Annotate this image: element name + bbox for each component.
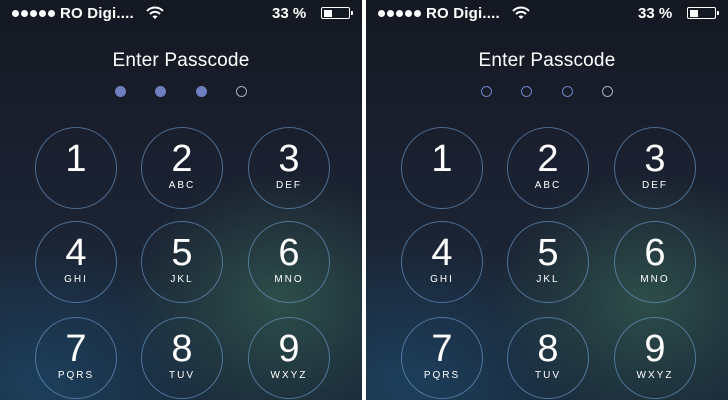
battery-percentage: 33 % xyxy=(272,5,307,22)
key-1-button[interactable]: 1 xyxy=(35,127,117,209)
key-6-button[interactable]: 6 MNO xyxy=(614,221,696,303)
carrier-name: RO Digi.... xyxy=(426,5,500,22)
key-digit: 1 xyxy=(431,138,453,180)
key-9-button[interactable]: 9 WXYZ xyxy=(614,317,696,399)
key-digit: 9 xyxy=(278,328,300,370)
passcode-dot xyxy=(481,86,492,97)
lock-screen-left: RO Digi.... 33 % Enter Passcode 1 2 ABC 3 DE… xyxy=(0,0,362,400)
signal-strength-icon xyxy=(378,10,421,17)
key-digit: 3 xyxy=(278,138,300,180)
key-letters: TUV xyxy=(535,370,561,381)
passcode-indicator xyxy=(366,84,728,100)
key-5-button[interactable]: 5 JKL xyxy=(507,221,589,303)
battery-icon xyxy=(321,7,353,19)
key-letters: WXYZ xyxy=(636,370,674,381)
wifi-icon xyxy=(512,6,530,19)
key-digit: 7 xyxy=(431,328,453,370)
carrier-name: RO Digi.... xyxy=(60,5,134,22)
key-digit: 5 xyxy=(171,232,193,274)
status-bar: RO Digi.... 33 % xyxy=(0,0,362,28)
key-letters: ABC xyxy=(534,180,562,191)
key-3-button[interactable]: 3 DEF xyxy=(248,127,330,209)
page-title: Enter Passcode xyxy=(478,50,616,71)
key-7-button[interactable]: 7 PQRS xyxy=(35,317,117,399)
key-letters: MNO xyxy=(274,274,304,285)
key-digit: 3 xyxy=(644,138,666,180)
key-4-button[interactable]: 4 GHI xyxy=(35,221,117,303)
battery-percentage: 33 % xyxy=(638,5,673,22)
passcode-dot xyxy=(521,86,532,97)
key-digit: 6 xyxy=(644,232,666,274)
key-2-button[interactable]: 2 ABC xyxy=(507,127,589,209)
passcode-dot xyxy=(562,86,573,97)
key-letters: JKL xyxy=(536,274,560,285)
key-digit: 2 xyxy=(171,138,193,180)
key-7-button[interactable]: 7 PQRS xyxy=(401,317,483,399)
passcode-dot xyxy=(155,86,166,97)
key-9-button[interactable]: 9 WXYZ xyxy=(248,317,330,399)
key-letters: ABC xyxy=(168,180,196,191)
passcode-indicator xyxy=(0,84,362,100)
key-8-button[interactable]: 8 TUV xyxy=(507,317,589,399)
key-digit: 2 xyxy=(537,138,559,180)
key-letters: MNO xyxy=(640,274,670,285)
key-digit: 8 xyxy=(171,328,193,370)
key-2-button[interactable]: 2 ABC xyxy=(141,127,223,209)
key-8-button[interactable]: 8 TUV xyxy=(141,317,223,399)
passcode-dot xyxy=(196,86,207,97)
key-5-button[interactable]: 5 JKL xyxy=(141,221,223,303)
key-letters: DEF xyxy=(276,180,302,191)
key-digit: 8 xyxy=(537,328,559,370)
signal-strength-icon xyxy=(12,10,55,17)
key-digit: 5 xyxy=(537,232,559,274)
page-title: Enter Passcode xyxy=(112,50,250,71)
key-letters: PQRS xyxy=(57,370,95,381)
key-letters: WXYZ xyxy=(270,370,308,381)
key-digit: 1 xyxy=(65,138,87,180)
key-6-button[interactable]: 6 MNO xyxy=(248,221,330,303)
key-letters: PQRS xyxy=(423,370,461,381)
key-digit: 4 xyxy=(431,232,453,274)
key-letters: TUV xyxy=(169,370,195,381)
key-letters: JKL xyxy=(170,274,194,285)
key-digit: 9 xyxy=(644,328,666,370)
key-digit: 6 xyxy=(278,232,300,274)
lock-screen-right: RO Digi.... 33 % Enter Passcode 1 2 ABC 3 DE… xyxy=(366,0,728,400)
key-digit: 7 xyxy=(65,328,87,370)
passcode-dot xyxy=(236,86,247,97)
key-4-button[interactable]: 4 GHI xyxy=(401,221,483,303)
key-1-button[interactable]: 1 xyxy=(401,127,483,209)
key-digit: 4 xyxy=(65,232,87,274)
key-3-button[interactable]: 3 DEF xyxy=(614,127,696,209)
wifi-icon xyxy=(146,6,164,19)
status-bar: RO Digi.... 33 % xyxy=(366,0,728,28)
passcode-dot xyxy=(115,86,126,97)
key-letters: GHI xyxy=(64,274,88,285)
key-letters: GHI xyxy=(430,274,454,285)
battery-icon xyxy=(687,7,719,19)
passcode-dot xyxy=(602,86,613,97)
key-letters: DEF xyxy=(642,180,668,191)
